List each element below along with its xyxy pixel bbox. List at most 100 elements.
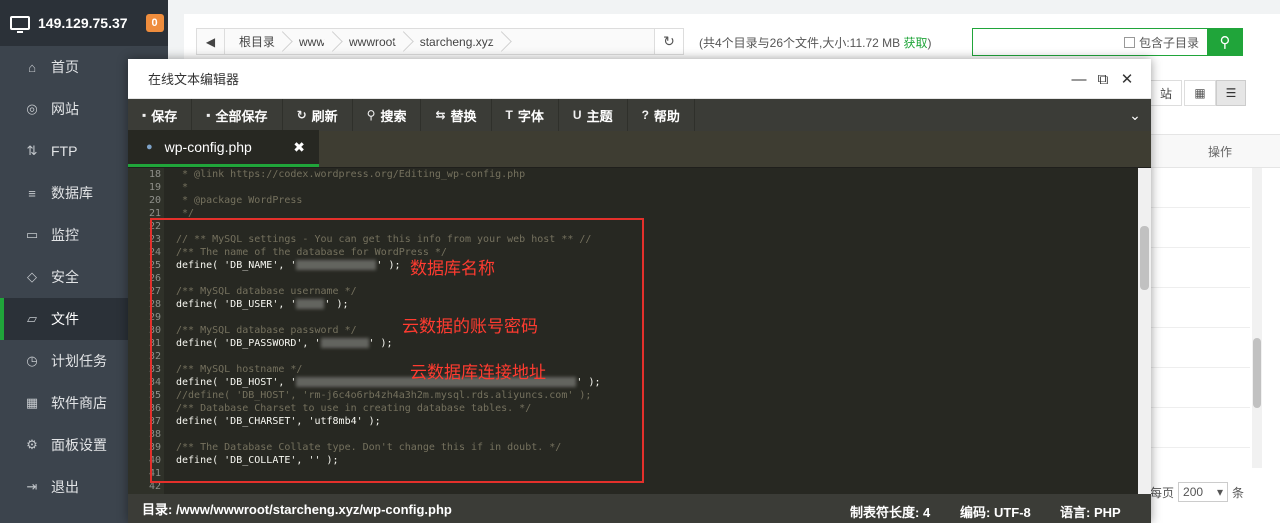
grid-view-icon[interactable]: ▦ [1184, 80, 1216, 106]
toolbar-button-label: 主题 [586, 108, 613, 124]
toolbar-button-label: 搜索 [380, 108, 407, 124]
toolbar-button-label: 刷新 [311, 108, 338, 124]
toolbar-button-0[interactable]: ▪ 保存 [128, 99, 193, 131]
per-page-suffix: 条 [1232, 485, 1245, 500]
breadcrumb-site[interactable]: starcheng.xyz [406, 29, 504, 54]
table-row[interactable] [1150, 208, 1250, 248]
toolbar-button-7[interactable]: ? 帮助 [628, 99, 695, 131]
scrollbar-thumb[interactable] [1253, 338, 1261, 408]
editor-tabbar: ● wp-config.php ✖ [128, 130, 1151, 168]
path-refresh-icon[interactable]: ↻ [654, 28, 684, 55]
code-line: 19 * [128, 181, 1128, 194]
table-row[interactable] [1150, 368, 1250, 408]
toolbar-button-3[interactable]: ⚲ 搜索 [353, 99, 422, 131]
help-icon: ? [641, 108, 649, 122]
sidebar-item-label: 面板设置 [51, 437, 107, 453]
toolbar-button-4[interactable]: ⇆ 替换 [421, 99, 492, 131]
annotation-box [150, 218, 644, 483]
editor-scrollbar[interactable] [1138, 168, 1151, 494]
close-icon[interactable]: ✕ [1118, 70, 1136, 88]
breadcrumb-wwwroot[interactable]: wwwroot [335, 29, 406, 54]
toolbar-button-6[interactable]: U 主题 [559, 99, 628, 131]
line-text-body: * @package WordPress [176, 195, 303, 206]
directory-info: (共4个目录与26个文件,大小:11.72 MB 获取) [699, 34, 932, 51]
per-page-label: 每页 [1150, 485, 1175, 500]
line-number: 20 [148, 195, 161, 206]
php-file-icon: ● [146, 141, 153, 153]
status-encoding: 编码: UTF-8 [960, 505, 1031, 520]
list-view-icon[interactable]: ☰ [1216, 80, 1246, 106]
sidebar-item-label: 首页 [51, 59, 79, 75]
monitor-icon: ▭ [25, 227, 39, 242]
sidebar-item-label: 退出 [51, 479, 79, 495]
monitor-icon [10, 16, 30, 33]
pager: 每页 200 ▾ 条 [1150, 482, 1244, 502]
sidebar-item-label: 软件商店 [51, 395, 107, 411]
font-icon: T [505, 108, 513, 122]
back-arrow-icon[interactable]: ◀ [197, 29, 225, 54]
annotation-host: 云数据库连接地址 [410, 363, 546, 383]
editor-toolbar: ▪ 保存 ▪ 全部保存 ↻ 刷新 ⚲ 搜索 ⇆ 替换 T 字体 U 主题? 帮助 ⌄ [128, 99, 1151, 131]
sidebar-item-label: FTP [51, 143, 78, 159]
notification-badge[interactable]: 0 [145, 14, 164, 32]
chevron-down-icon: ▾ [1216, 485, 1224, 499]
status-language: 语言: PHP [1060, 505, 1121, 520]
table-row[interactable] [1150, 288, 1250, 328]
line-number: 18 [148, 169, 161, 180]
per-page-select[interactable]: 200 ▾ [1178, 482, 1229, 502]
folder-icon: ▱ [27, 311, 37, 326]
table-row[interactable] [1150, 328, 1250, 368]
sidebar-item-label: 文件 [51, 311, 79, 327]
line-text-body: * [176, 182, 189, 193]
editor-statusbar: 目录: /www/wwwroot/starcheng.xyz/wp-config… [128, 494, 1151, 523]
toolbar-button-1[interactable]: ▪ 全部保存 [192, 99, 283, 131]
annotation-db-name: 数据库名称 [410, 259, 495, 279]
per-page-value: 200 [1183, 485, 1204, 499]
table-row[interactable] [1150, 248, 1250, 288]
tab-close-icon[interactable]: ✖ [293, 139, 305, 156]
status-directory: 目录: /www/wwwroot/starcheng.xyz/wp-config… [142, 502, 452, 517]
collapse-chevron-icon[interactable]: ⌄ [1119, 99, 1151, 131]
line-text: * @link https://codex.wordpress.org/Edit… [176, 168, 525, 181]
save-icon: ▪ [142, 108, 147, 122]
get-size-link[interactable]: 获取 [904, 36, 928, 50]
status-tab-size: 制表符长度: 4 [850, 505, 931, 520]
file-rows [1150, 168, 1250, 448]
toolbar-button-label: 帮助 [653, 108, 680, 124]
table-row[interactable] [1150, 168, 1250, 208]
operations-header: 操作 [1150, 134, 1280, 168]
tab-wp-config[interactable]: ● wp-config.php ✖ [128, 130, 319, 167]
minimize-icon[interactable]: — [1070, 70, 1088, 88]
replace-icon: ⇆ [435, 108, 446, 122]
code-line: 20 * @package WordPress [128, 194, 1128, 207]
toolbar-button-2[interactable]: ↻ 刷新 [283, 99, 353, 131]
logout-icon: ⇥ [26, 479, 38, 494]
home-icon: ⌂ [28, 59, 36, 75]
file-search-input[interactable]: 包含子目录 [972, 28, 1208, 56]
sidebar-item-label: 监控 [51, 227, 79, 243]
file-list-scrollbar[interactable] [1252, 168, 1262, 468]
line-text-body: * @link https://codex.wordpress.org/Edit… [176, 169, 526, 180]
toolbar-button-5[interactable]: T 字体 [492, 99, 559, 131]
line-text: * [176, 181, 188, 194]
shield-icon: ◇ [27, 269, 37, 284]
scrollbar-thumb[interactable] [1140, 226, 1149, 290]
tab-filename: wp-config.php [164, 139, 252, 155]
grid-icon: ▦ [25, 395, 39, 410]
table-row[interactable] [1150, 408, 1250, 448]
toolbar-button-label: 替换 [450, 108, 477, 124]
breadcrumb-root[interactable]: 根目录 [225, 29, 285, 54]
line-text: * @package WordPress [176, 194, 302, 207]
ftp-icon: ⇅ [26, 143, 38, 158]
search-icon[interactable]: ⚲ [1207, 28, 1243, 56]
clock-icon: ◷ [26, 353, 38, 368]
maximize-icon[interactable]: ⧉ [1094, 70, 1112, 88]
toolbar-button-label: 全部保存 [215, 108, 268, 124]
toolbar-button-label: 保存 [151, 108, 178, 124]
server-host[interactable]: 149.129.75.37 0 [0, 0, 168, 46]
annotation-account: 云数据的账号密码 [402, 317, 538, 337]
theme-icon: U [572, 108, 582, 122]
recycle-bin-button[interactable]: 站 [1150, 80, 1182, 106]
include-subdir-label: 包含子目录 [1138, 35, 1199, 50]
include-subdir-checkbox[interactable] [1123, 36, 1135, 48]
